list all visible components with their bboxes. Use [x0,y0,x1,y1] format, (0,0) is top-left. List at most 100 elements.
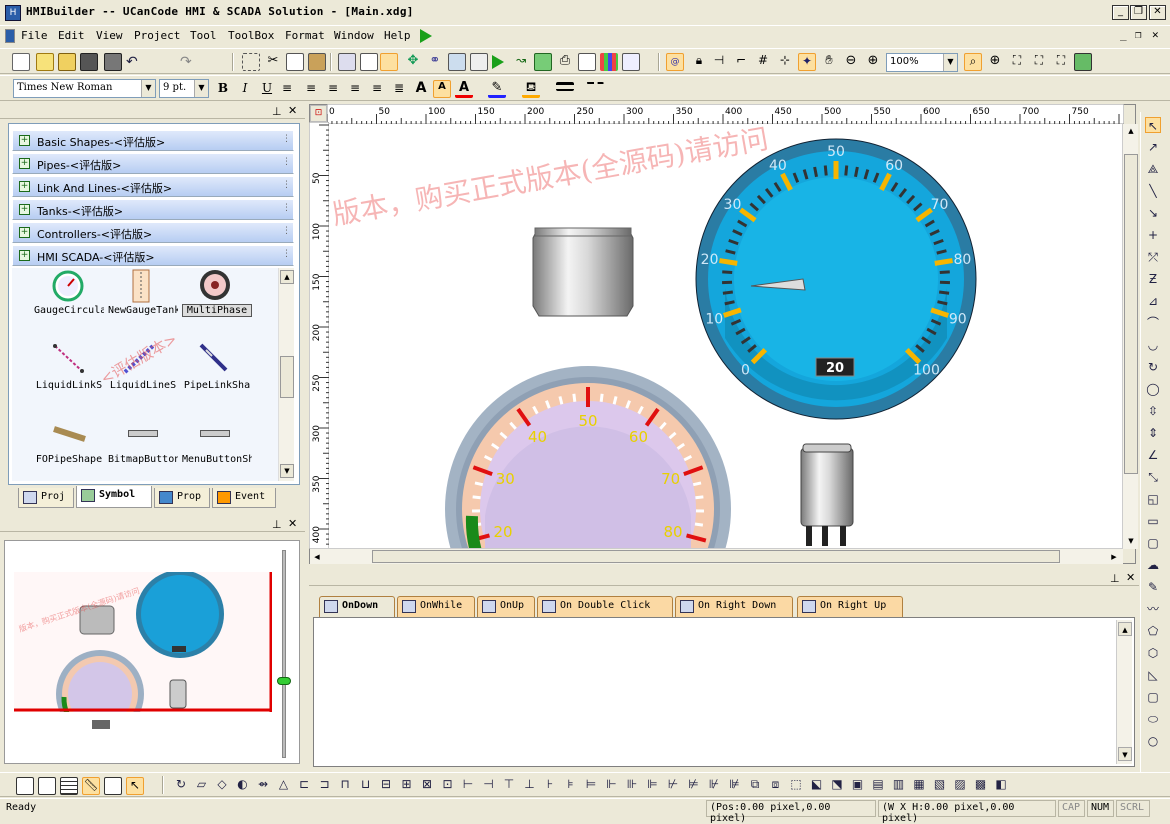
layout-tool-icon[interactable]: △ [275,777,293,795]
cut-icon[interactable]: ✂ [264,53,282,71]
menu-edit[interactable]: Edit [58,29,85,42]
layers-icon[interactable] [470,53,488,71]
mdi-minimize-button[interactable]: _ [1120,28,1127,41]
freehand-tool-icon[interactable]: 〰 [1145,601,1161,617]
tab-event[interactable]: Event [212,488,276,508]
layout-tool-icon[interactable]: ▧ [931,777,949,795]
app-icon[interactable]: H [5,5,21,21]
symbol-label[interactable]: BitmapButtonS [108,454,178,465]
pointer-icon[interactable]: ⊹ [776,53,794,71]
symbol-label[interactable]: NewGaugeTank [108,305,178,316]
scroll-right-icon[interactable]: ▶ [1107,550,1121,564]
page-view-icon[interactable] [16,777,34,795]
pointer-mode-icon[interactable]: ↖ [126,777,144,795]
align-center-icon[interactable]: ≡ [302,81,320,99]
scroll-thumb[interactable] [280,356,294,398]
view2-icon[interactable]: ⛶ [1030,53,1048,71]
tank-with-legs[interactable] [798,442,858,548]
redo-icon[interactable]: ↷ [180,54,198,72]
mdi-restore-button[interactable]: ❐ [1135,28,1142,41]
polygon-tool-icon[interactable]: ⟁ [1145,161,1161,177]
scroll-up-icon[interactable]: ▲ [1118,622,1132,636]
symbol-label[interactable]: GaugeCircular [34,305,104,316]
connect-icon[interactable]: ⌐ [732,53,750,71]
menu-button-icon[interactable] [200,430,230,437]
layout-tool-icon[interactable]: ⊦ [541,777,559,795]
layout-tool-icon[interactable]: ⧉ [746,777,764,795]
layout-tool-icon[interactable]: ⊟ [377,777,395,795]
expand-icon[interactable]: + [19,135,30,146]
measure-tool-icon[interactable]: ⤡ [1145,469,1161,485]
tools-icon[interactable] [1074,53,1092,71]
maximize-button[interactable]: ❐ [1130,5,1147,20]
line-style-icon[interactable] [586,82,604,91]
italic-icon[interactable]: I [236,81,254,99]
circle-tool-icon[interactable]: ○ [1145,733,1161,749]
zoom-in-icon[interactable]: ⊕ [864,53,882,71]
pen-color-icon[interactable]: ✎ [488,80,506,98]
valign2-icon[interactable]: ≣ [390,81,408,99]
layout-tool-icon[interactable]: ⊠ [418,777,436,795]
liquid-link-icon[interactable] [52,343,86,375]
hdim-tool-icon[interactable]: ⇕ [1145,425,1161,441]
layout-tool-icon[interactable]: ⊏ [295,777,313,795]
menu-toolbox[interactable]: ToolBox [228,29,274,42]
zoom-select[interactable]: 100%▼ [886,53,958,72]
lock-icon[interactable]: 🔒︎ [690,53,708,71]
align-left-icon[interactable]: ⊣ [710,53,728,71]
menu-tool[interactable]: Tool [190,29,217,42]
cloud-tool-icon[interactable]: ☁︎ [1145,557,1161,573]
view3-icon[interactable]: ⛶ [1052,53,1070,71]
layout-tool-icon[interactable]: ⊔ [357,777,375,795]
shape-tool-icon[interactable]: ◱ [1145,491,1161,507]
zoom-out-icon[interactable]: ⊖ [842,53,860,71]
purple-gauge[interactable]: 20304050607080 [445,366,731,548]
ungroup-icon[interactable] [360,53,378,71]
layout-tool-icon[interactable]: ⬔ [828,777,846,795]
symbol-label[interactable]: MenuButtonSh [182,454,252,465]
polyline-tool-icon[interactable]: ⊿ [1145,293,1161,309]
line-tool-icon[interactable]: ╲ [1145,183,1161,199]
chevron-down-icon[interactable]: ▼ [141,80,155,97]
arc2-tool-icon[interactable]: ◡ [1145,337,1161,353]
valign-icon[interactable]: ≡ [368,81,386,99]
align-left-text-icon[interactable]: ≡ [278,81,296,99]
bold-icon[interactable]: B [214,81,232,99]
angle-tool-icon[interactable]: ∠ [1145,447,1161,463]
vscroll-thumb[interactable] [1124,154,1138,474]
menu-view[interactable]: View [96,29,123,42]
align-right-icon[interactable]: ≡ [324,81,342,99]
poly-tool-icon[interactable]: ⬠ [1145,623,1161,639]
pen-tool-icon[interactable]: ✎ [1145,579,1161,595]
layout-tool-icon[interactable]: ⊬ [664,777,682,795]
layout-tool-icon[interactable]: ⬚ [787,777,805,795]
preview-canvas[interactable]: 版本，购买正式版本(全源码)请访问 [14,572,272,734]
link-icon[interactable]: ⚭ [426,53,444,71]
expand-icon[interactable]: + [19,227,30,238]
category-tanks[interactable]: +Tanks-<评估版>⋮ [12,199,294,220]
undo-icon[interactable]: ↶ [126,54,144,72]
layout-tool-icon[interactable]: ↻ [172,777,190,795]
shrink-font-icon[interactable]: A [433,80,451,98]
line-width-icon[interactable] [556,82,574,91]
layout-tool-icon[interactable]: ⇴ [254,777,272,795]
ruler-toggle-icon[interactable]: 📏︎ [82,777,100,795]
close-icon[interactable]: ✕ [1126,571,1135,584]
expand-icon[interactable]: + [19,181,30,192]
pin-icon[interactable]: ⊥ [272,105,282,118]
window-icon[interactable] [622,53,640,71]
preview-zoom-track[interactable] [282,550,286,758]
underline-icon[interactable]: U [258,81,276,99]
layout-tool-icon[interactable]: ▩ [972,777,990,795]
pipe-shape-icon[interactable] [52,425,88,443]
cross-tool-icon[interactable]: + [1145,227,1161,243]
layout-tool-icon[interactable]: ⊨ [582,777,600,795]
select-tool-icon[interactable]: ↖ [1145,117,1161,133]
tab-ondown[interactable]: OnDown [319,596,395,617]
layout-tool-icon[interactable]: ⬕ [808,777,826,795]
gauge-tank-icon[interactable] [130,268,152,304]
mdi-close-button[interactable]: ✕ [1152,28,1159,41]
pipe-link-icon[interactable] [198,342,230,374]
tab-onrightup[interactable]: On Right Up [797,596,903,617]
fit-page-icon[interactable] [38,777,56,795]
